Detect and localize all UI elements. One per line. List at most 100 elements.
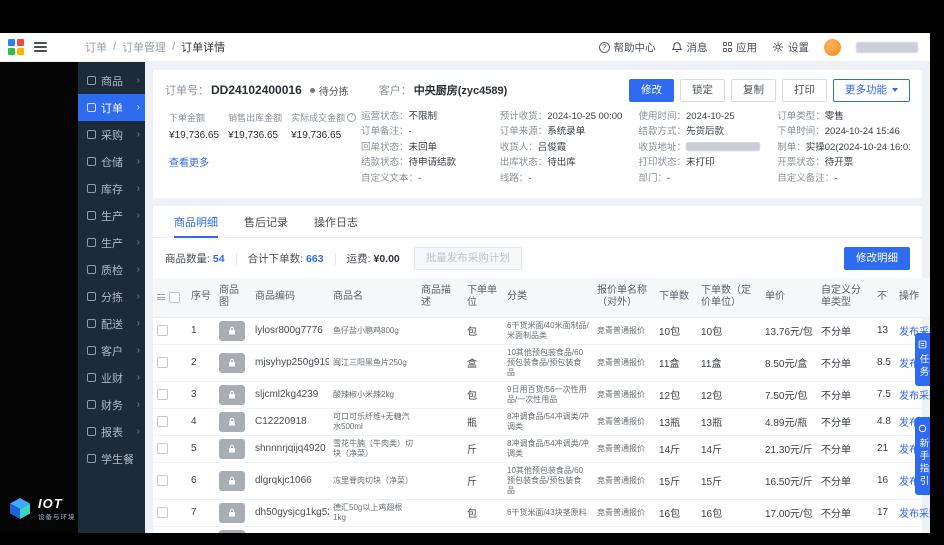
- col-unit: 下单单位: [463, 277, 503, 318]
- sidebar-item[interactable]: 订单 ›: [78, 94, 145, 121]
- info-field: 线路：-: [499, 172, 532, 184]
- product-category: 8冲调食品/54冲调类/冲调类: [503, 408, 593, 436]
- user-avatar[interactable]: [824, 38, 841, 56]
- product-image-placeholder[interactable]: [219, 384, 245, 405]
- sidebar-item[interactable]: 商品 ›: [78, 67, 145, 94]
- product-code: shnnnrjqijq4920: [251, 435, 329, 463]
- order-unit: 瓶: [463, 408, 503, 436]
- info-field: 回单状态：未回单: [361, 141, 438, 153]
- product-category: 10其他预包装食品/60预包装食品/预包装食品: [503, 462, 593, 500]
- product-image-placeholder[interactable]: [219, 438, 245, 459]
- apps-grid-icon: [722, 42, 732, 52]
- order-header-row: 订单号： DD24102400016 待分拣 客户： 中央厨房(zyc4589)…: [165, 79, 910, 102]
- split-type: 不分单: [817, 381, 873, 409]
- left-rail: IOT 设备与环境: [0, 62, 78, 533]
- publish-purchase-plan-link[interactable]: 发布采购计划: [899, 509, 930, 520]
- order-qty-price-unit: 10包: [697, 317, 761, 345]
- row-checkbox[interactable]: [157, 388, 168, 400]
- gear-icon: [772, 41, 784, 53]
- col-seq: 序号: [187, 277, 215, 318]
- sidebar-item[interactable]: 生产 ›: [78, 202, 145, 229]
- info-field: 收货人：吕俊霞: [499, 141, 567, 153]
- help-center-link[interactable]: 帮助中心: [598, 40, 656, 55]
- row-checkbox[interactable]: [157, 506, 168, 518]
- view-more-link[interactable]: 查看更多: [169, 154, 209, 169]
- col-split-type: 自定义分单类型: [817, 277, 873, 318]
- breadcrumb-order-detail: 订单详情: [181, 42, 226, 54]
- sidebar-item[interactable]: 库存 ›: [78, 175, 145, 202]
- order-no-label: 订单号：: [165, 85, 209, 98]
- breadcrumb-order-management[interactable]: 订单管理: [122, 39, 166, 55]
- edit-detail-button[interactable]: 修改明细: [844, 247, 910, 270]
- lock-button[interactable]: 锁定: [680, 79, 725, 102]
- chevron-right-icon: ›: [136, 129, 140, 140]
- product-name: 德汇50g以上鸡翅根1kg: [329, 499, 417, 527]
- partial-value: 4.8: [873, 408, 895, 436]
- print-button[interactable]: 打印: [782, 79, 827, 102]
- order-icon: [87, 103, 96, 112]
- row-checkbox[interactable]: [157, 415, 168, 427]
- app-logo[interactable]: [8, 39, 24, 55]
- product-image-placeholder[interactable]: [219, 502, 245, 523]
- product-category: 9日用百货/58清洁用品: [503, 526, 593, 533]
- row-checkbox[interactable]: [157, 474, 168, 486]
- sidebar-item[interactable]: 仓储 ›: [78, 148, 145, 175]
- summary-stat: 合计下单数: 663: [235, 252, 324, 265]
- student-meal-icon: [87, 454, 96, 463]
- sidebar-toggle-icon[interactable]: [34, 42, 47, 52]
- unit-price: 7.50元/包: [761, 381, 817, 409]
- detail-tab[interactable]: 商品明细: [161, 206, 231, 238]
- edit-button[interactable]: 修改: [629, 79, 674, 102]
- product-image-placeholder[interactable]: [219, 470, 245, 491]
- product-desc: [417, 344, 463, 382]
- sidebar-item[interactable]: 生产 ›: [78, 229, 145, 256]
- product-desc: [417, 408, 463, 436]
- publish-purchase-plan-link[interactable]: 发布采购计划: [899, 391, 930, 402]
- apps-link[interactable]: 应用: [722, 40, 757, 55]
- copy-button[interactable]: 复制: [731, 79, 776, 102]
- product-image-placeholder[interactable]: [219, 320, 245, 341]
- table-row: 1 lylosr800g7776 鱼仔盐小鹏鸡800g 包 6干货米面/40米面…: [153, 317, 930, 345]
- sidebar-item[interactable]: 分拣 ›: [78, 283, 145, 310]
- beginner-guide-side-tab[interactable]: 新手指引: [915, 417, 930, 495]
- product-image-placeholder[interactable]: [219, 411, 245, 432]
- breadcrumb-separator: /: [172, 41, 176, 53]
- sidebar-item[interactable]: 客户 ›: [78, 337, 145, 364]
- product-category: 6干货米面/40米面制品/米面制品类: [503, 317, 593, 345]
- sidebar-item[interactable]: 财务 ›: [78, 391, 145, 418]
- breadcrumb-orders[interactable]: 订单: [85, 39, 107, 55]
- product-code: C12220918: [251, 408, 329, 436]
- select-all-checkbox[interactable]: [169, 291, 180, 303]
- order-detail-fields: 运营状态：不限制 订单备注：- 回单状态：未回单 结款状态：待申请结款 自定义文本：- …: [361, 111, 910, 189]
- info-field: 自定义备注：-: [777, 172, 838, 184]
- row-seq: 1: [187, 317, 215, 345]
- sidebar-item[interactable]: 采购 ›: [78, 121, 145, 148]
- quote-name: 竞青普通报价: [593, 408, 655, 436]
- product-image-placeholder[interactable]: [219, 352, 245, 373]
- row-checkbox[interactable]: [157, 442, 168, 454]
- detail-tab[interactable]: 操作日志: [301, 206, 371, 237]
- unit-price: 4.38元/斤: [761, 526, 817, 533]
- product-category: 8冲调食品/54冲调类/冲调类: [503, 435, 593, 463]
- amount-stats: 下单金额 ¥19,736.65 销售出库金额 ¥19,736.65 实际成交金额…: [165, 111, 361, 189]
- messages-link[interactable]: 消息: [671, 40, 708, 55]
- unit-price: 21.30元/斤: [761, 435, 817, 463]
- tasks-side-tab[interactable]: 任务: [915, 333, 930, 386]
- row-checkbox[interactable]: [157, 356, 168, 368]
- batch-publish-button[interactable]: 批量发布采购计划: [413, 247, 522, 270]
- product-image-placeholder[interactable]: [219, 529, 245, 533]
- product-desc: [417, 526, 463, 533]
- sidebar-item[interactable]: 配送 ›: [78, 310, 145, 337]
- inventory-icon: [87, 184, 96, 193]
- detail-tab[interactable]: 售后记录: [231, 206, 301, 237]
- row-checkbox[interactable]: [157, 324, 168, 336]
- sidebar-item[interactable]: 报表 ›: [78, 418, 145, 445]
- sidebar-item[interactable]: 质检 ›: [78, 256, 145, 283]
- settings-link[interactable]: 设置: [772, 40, 809, 55]
- more-actions-button[interactable]: 更多功能: [833, 79, 910, 102]
- sidebar-item[interactable]: 学生餐: [78, 445, 145, 472]
- order-qty: 10包: [655, 317, 697, 345]
- sidebar-item[interactable]: 业财 ›: [78, 364, 145, 391]
- order-unit: 斤: [463, 526, 503, 533]
- table-header-row: 序号 商品图 商品编码 商品名 商品描述 下单单位 分类 报价单名称（对外） 下…: [153, 277, 930, 318]
